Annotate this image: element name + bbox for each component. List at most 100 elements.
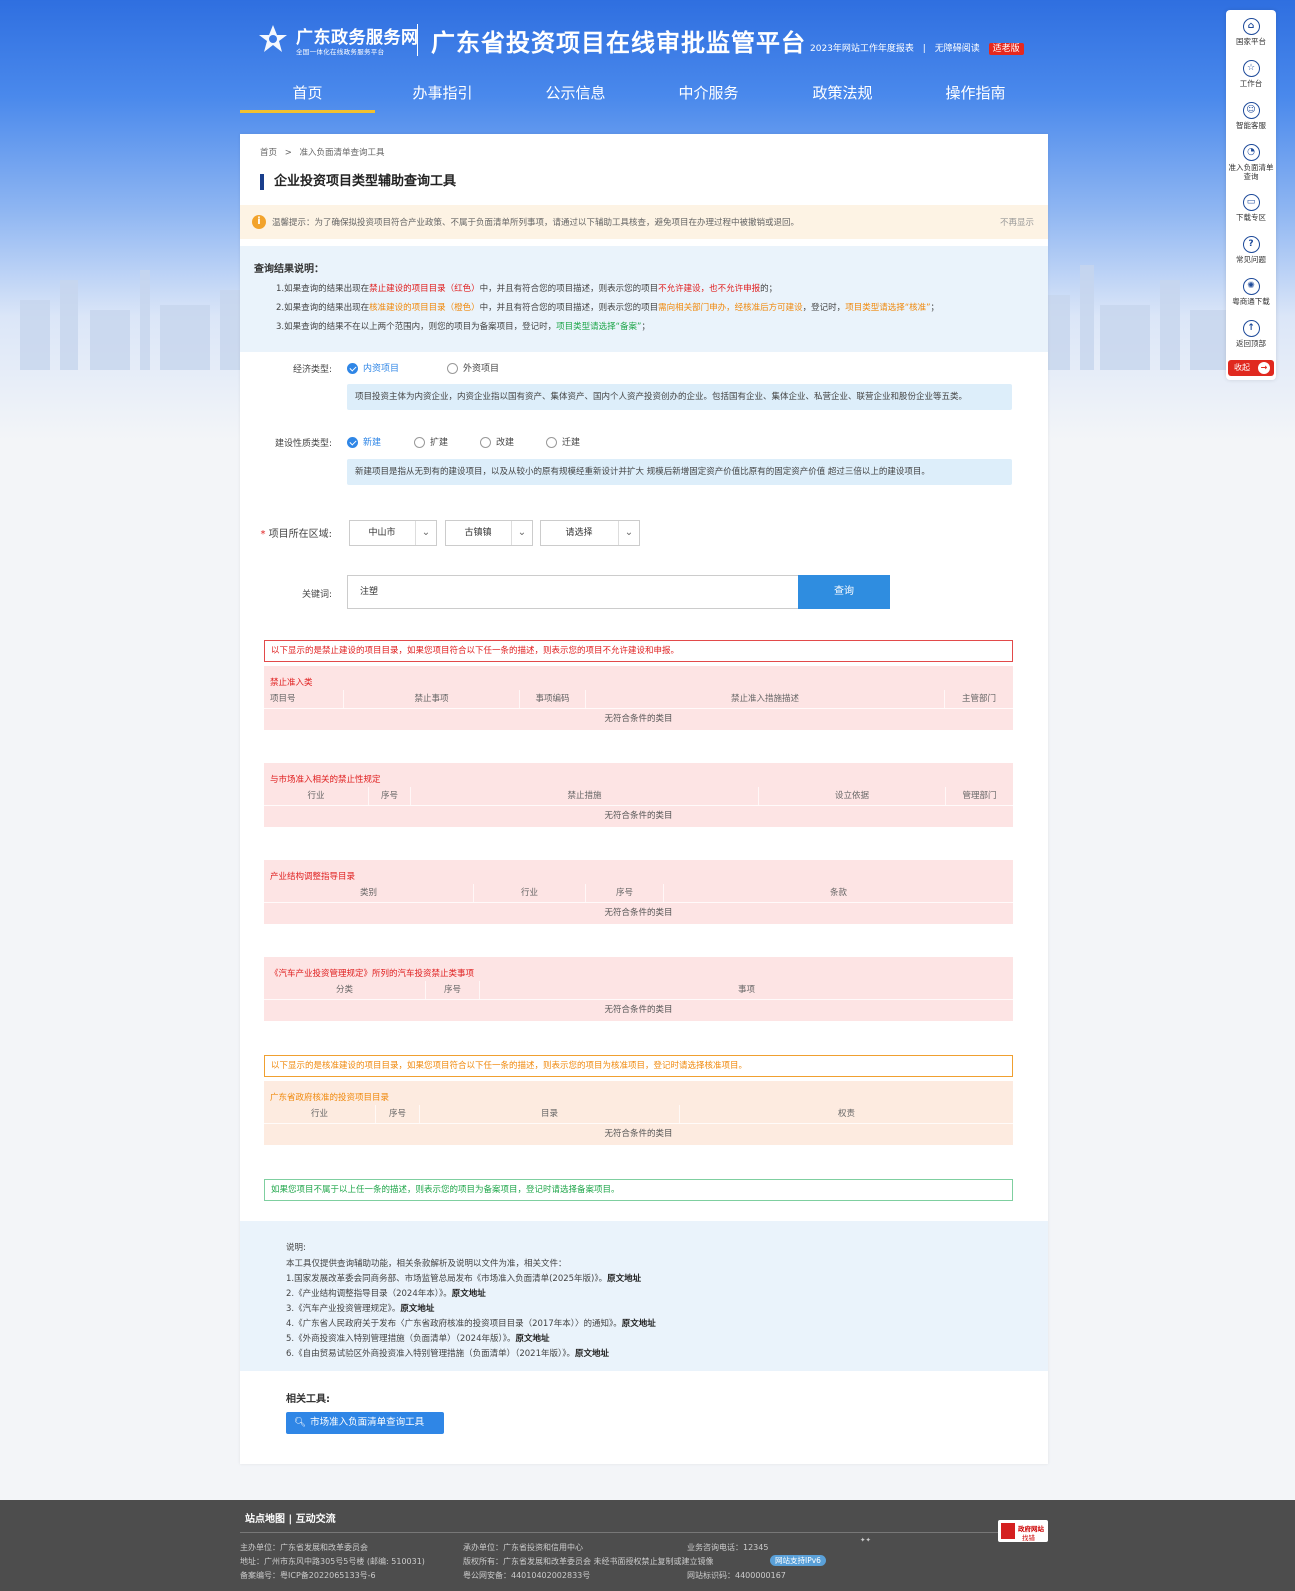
sidebar-download-zone[interactable]: ▭ 下载专区	[1226, 194, 1276, 222]
radio-unchecked-icon	[546, 437, 557, 448]
sidebar-label: 粤商通下载	[1232, 297, 1270, 306]
nav-home[interactable]: 首页	[240, 76, 375, 113]
source-link[interactable]: 原文地址	[575, 1349, 609, 1359]
col-header: 项目号	[264, 690, 344, 708]
jiucuo-logo-icon[interactable]: ✦✦	[860, 1536, 882, 1546]
arrow-up-icon: ↑	[1242, 320, 1260, 337]
col-header: 权责	[837, 1109, 855, 1119]
robot-icon: ☺	[1242, 102, 1260, 119]
arrow-right-icon: →	[1258, 362, 1270, 374]
sidebar-label: 准入负面清单查询	[1228, 163, 1274, 181]
note-text: 5.《外商投资准入特别管理措施（负面清单）（2024年版）》。	[286, 1334, 516, 1344]
exp3-b: 项目类型请选择“备案”	[556, 322, 642, 332]
gd-gov-logo-icon[interactable]	[258, 24, 288, 54]
village-select-value: 请选择	[565, 528, 593, 538]
brand-name[interactable]: 广东政务服务网	[296, 23, 419, 48]
footer-links[interactable]: 站点地图 | 互动交流	[245, 1510, 336, 1525]
radio-relocate-label: 迁建	[562, 438, 581, 448]
chevron-down-icon: ⌄	[618, 521, 639, 545]
empty-row: 无符合条件的类目	[264, 902, 1013, 923]
sidebar-workbench[interactable]: ☆ 工作台	[1226, 60, 1276, 88]
sidebar-label: 工作台	[1239, 79, 1263, 88]
radio-checked-icon	[347, 437, 358, 448]
footer-icp[interactable]: 备案编号：粤ICP备2022065133号-6	[240, 1570, 376, 1581]
nav-policy[interactable]: 政策法规	[775, 76, 910, 110]
exp1-d: 不允许建设，也不允许申报	[658, 284, 761, 294]
sidebar-faq[interactable]: ? 常见问题	[1226, 236, 1276, 264]
chevron-down-icon: ⌄	[415, 521, 436, 545]
annual-report-link[interactable]: 2023年网站工作年度报表	[810, 44, 914, 54]
table-auto-investment: 《汽车产业投资管理规定》所列的汽车投资禁止类事项 分类 序号 事项 无符合条件的…	[264, 957, 1013, 1021]
radio-foreign[interactable]: 外资项目	[447, 361, 499, 374]
economy-type-hint: 项目投资主体为内资企业，内资企业指以国有资产、集体资产、国内个人资产投资创办的企…	[347, 384, 1012, 410]
approval-notice: 以下显示的是核准建设的项目目录，如果您项目符合以下任一条的描述，则表示您的项目为…	[264, 1055, 1013, 1077]
star-icon: ☆	[1242, 60, 1260, 77]
exp1-c: 中，并且有符合您的项目描述，则表示您的项目	[479, 284, 659, 294]
explanation-title: 查询结果说明：	[254, 264, 324, 275]
monitor-icon: ▭	[1242, 194, 1260, 211]
collapse-label: 收起	[1234, 363, 1250, 372]
table-title: 《汽车产业投资管理规定》所列的汽车投资禁止类事项	[270, 969, 475, 979]
source-link[interactable]: 原文地址	[516, 1334, 550, 1344]
top-links: 2023年网站工作年度报表 | 无障碍阅读 适老版	[810, 41, 1030, 55]
exp2-g: ；	[930, 303, 940, 313]
explanation-line-1: 1.如果查询的结果出现在禁止建设的项目目录（红色）中，并且有符合您的项目描述，则…	[276, 282, 777, 294]
radio-relocate[interactable]: 迁建	[546, 435, 580, 448]
gov-badge-icon	[1001, 1523, 1015, 1539]
site-header: 广东政务服务网 全国一体化在线政务服务平台 广东省投资项目在线审批监管平台 20…	[240, 14, 1045, 64]
sidebar-label: 下载专区	[1236, 213, 1266, 222]
town-select[interactable]: 古镇镇 ⌄	[445, 520, 533, 546]
city-select[interactable]: 中山市 ⌄	[349, 520, 437, 546]
radio-domestic-label: 内资项目	[363, 364, 400, 374]
gov-site-error-badge[interactable]: 政府网站 找错	[998, 1520, 1048, 1542]
footer-police-record[interactable]: 粤公网安备：44010402002833号	[463, 1570, 590, 1581]
dismiss-warning-link[interactable]: 不再显示	[1000, 216, 1034, 228]
sidebar-back-to-top[interactable]: ↑ 返回顶部	[1226, 320, 1276, 348]
exp3-c: ；	[641, 322, 650, 332]
sidebar-national-platform[interactable]: ⌂ 国家平台	[1226, 18, 1276, 46]
note-text: 3.《汽车产业投资管理规定》。	[286, 1304, 401, 1314]
note-item: 3.《汽车产业投资管理规定》。原文地址	[286, 1302, 434, 1314]
sidebar-collapse-button[interactable]: 收起 →	[1228, 360, 1274, 376]
query-button[interactable]: 查询	[798, 575, 890, 609]
source-link[interactable]: 原文地址	[622, 1319, 656, 1329]
col-header: 类别	[264, 884, 474, 902]
region-label: * 项目所在区域:	[242, 525, 332, 540]
breadcrumb-sep: >	[284, 148, 292, 158]
related-tools-title: 相关工具:	[286, 1394, 330, 1405]
source-link[interactable]: 原文地址	[452, 1289, 486, 1299]
radio-domestic[interactable]: 内资项目	[347, 361, 399, 374]
radio-new[interactable]: 新建	[347, 435, 381, 448]
table-header: 分类 序号 事项	[264, 981, 1013, 999]
note-text: 4.《广东省人民政府关于发布〈广东省政府核准的投资项目目录（2017年本）〉的通…	[286, 1319, 622, 1329]
warning-banner: i 温馨提示：为了确保拟投资项目符合产业政策、不属于负面清单所列事项，请通过以下…	[240, 205, 1048, 239]
keyword-input[interactable]: 注塑	[347, 575, 799, 609]
village-select[interactable]: 请选择 ⌄	[540, 520, 640, 546]
col-header: 设立依据	[759, 787, 946, 805]
note-item: 4.《广东省人民政府关于发布〈广东省政府核准的投资项目目录（2017年本）〉的通…	[286, 1317, 656, 1329]
chevron-down-icon: ⌄	[511, 521, 532, 545]
table-title: 禁止准入类	[270, 678, 313, 688]
radio-rebuild[interactable]: 改建	[480, 435, 514, 448]
sidebar-label: 国家平台	[1236, 37, 1266, 46]
radio-expand[interactable]: 扩建	[414, 435, 448, 448]
brand-subtitle: 全国一体化在线政务服务平台	[296, 48, 385, 56]
breadcrumb-home[interactable]: 首页	[260, 148, 277, 158]
nav-guide[interactable]: 办事指引	[375, 76, 510, 110]
col-header: 目录	[420, 1105, 680, 1123]
nav-public-info[interactable]: 公示信息	[508, 76, 643, 110]
sidebar-negative-list-query[interactable]: ◔ 准入负面清单查询	[1228, 144, 1274, 181]
nav-manual[interactable]: 操作指南	[908, 76, 1043, 110]
market-negative-list-tool-button[interactable]: 🔍︎ 市场准入负面清单查询工具	[286, 1412, 444, 1434]
sidebar-ai-service[interactable]: ☺ 智能客服	[1226, 102, 1276, 130]
nav-intermediary[interactable]: 中介服务	[641, 76, 776, 110]
sidebar-yst-download[interactable]: ✺ 粤商通下载	[1226, 278, 1276, 306]
note-text: 6.《自由贸易试验区外商投资准入特别管理措施（负面清单）（2021年版）》。	[286, 1349, 575, 1359]
source-link[interactable]: 原文地址	[400, 1304, 434, 1314]
source-link[interactable]: 原文地址	[607, 1274, 641, 1284]
footer-divider	[240, 1532, 1048, 1533]
elder-mode-button[interactable]: 适老版	[988, 43, 1024, 55]
note-text: 2.《产业结构调整指导目录（2024年本）》。	[286, 1289, 452, 1299]
accessibility-link[interactable]: 无障碍阅读	[935, 44, 980, 54]
breadcrumb: 首页 > 准入负面清单查询工具	[260, 146, 385, 158]
